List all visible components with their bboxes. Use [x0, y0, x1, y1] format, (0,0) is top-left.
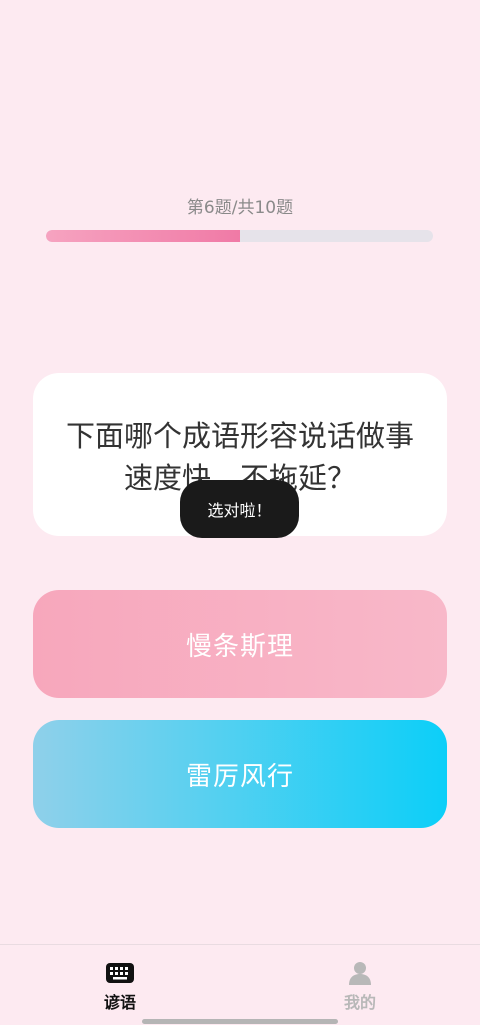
tab-mine[interactable]: 我的 [310, 961, 410, 1013]
option-button-1[interactable]: 慢条斯理 [33, 590, 447, 698]
option-button-2[interactable]: 雷厉风行 [33, 720, 447, 828]
home-indicator [142, 1019, 338, 1024]
progress-fill [46, 230, 240, 242]
tab-proverbs-label: 谚语 [103, 993, 136, 1012]
progress-bar [46, 230, 433, 242]
progress-label: 第6题/共10题 [186, 198, 294, 218]
tab-mine-label: 我的 [343, 993, 376, 1012]
toast-message: 选对啦！ [180, 480, 299, 538]
user-icon [349, 962, 371, 985]
tab-proverbs[interactable]: 谚语 [70, 961, 170, 1013]
bottom-tab-bar: 谚语 我的 [0, 944, 480, 1025]
keyboard-icon [106, 963, 134, 983]
